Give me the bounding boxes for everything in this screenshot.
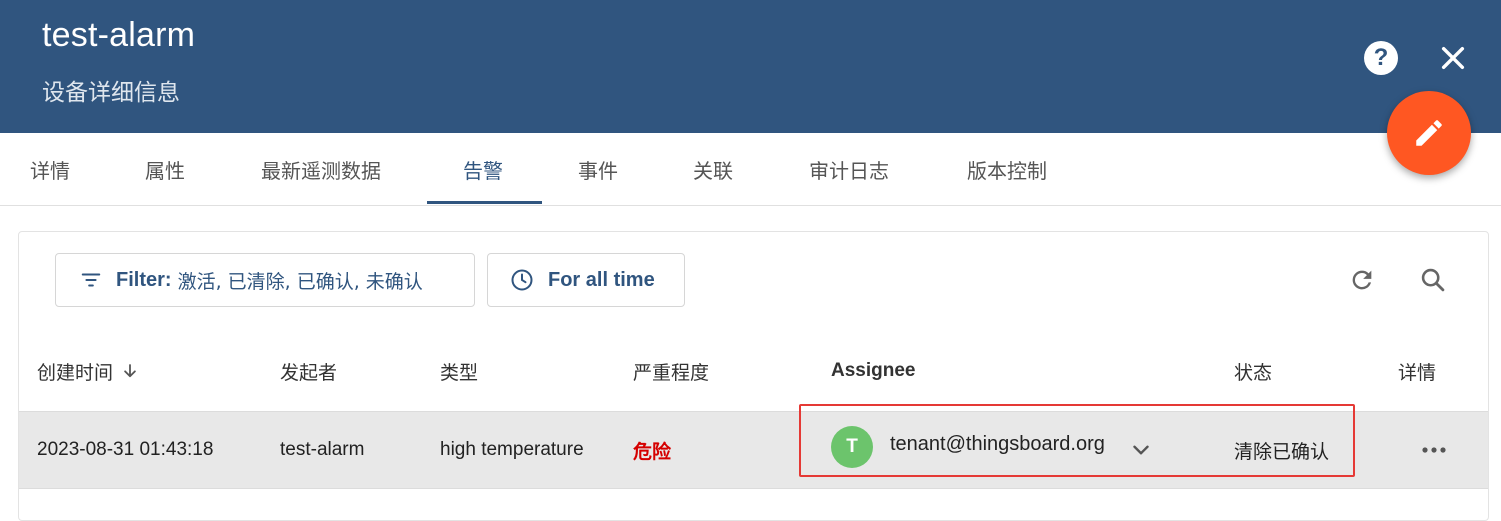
- cell-status: 清除已确认: [1234, 440, 1330, 463]
- filter-button[interactable]: Filter: 激活, 已清除, 已确认, 未确认: [55, 253, 475, 307]
- tab-audit-logs[interactable]: 审计日志: [809, 133, 889, 205]
- column-header-status[interactable]: 状态: [1234, 356, 1272, 386]
- close-icon[interactable]: [1437, 42, 1469, 74]
- clock-icon: [511, 269, 533, 291]
- pencil-icon: [1416, 120, 1442, 146]
- filter-value: 激活, 已清除, 已确认, 未确认: [177, 270, 423, 293]
- time-window-label: For all time: [548, 268, 655, 291]
- time-window-button[interactable]: For all time: [487, 253, 685, 307]
- filter-list-icon: [81, 273, 101, 287]
- tab-details[interactable]: 详情: [30, 133, 70, 205]
- cell-severity: 危险: [633, 440, 672, 463]
- tab-attributes[interactable]: 属性: [145, 133, 185, 205]
- filter-prefix: Filter:: [116, 268, 172, 291]
- tab-bar: 详情 属性 最新遥测数据 告警 事件 关联 审计日志 版本控制: [0, 133, 1501, 206]
- column-header-details: 详情: [1398, 361, 1437, 384]
- chevron-down-icon[interactable]: [1128, 437, 1154, 463]
- cell-created-time: 2023-08-31 01:43:18: [37, 439, 214, 460]
- avatar: T: [831, 426, 873, 468]
- search-icon: [1421, 268, 1445, 292]
- column-header-severity[interactable]: 严重程度: [633, 356, 709, 386]
- tab-latest-telemetry[interactable]: 最新遥测数据: [261, 133, 381, 205]
- column-header-type[interactable]: 类型: [440, 356, 478, 386]
- tab-version-control[interactable]: 版本控制: [967, 133, 1047, 205]
- column-header-assignee[interactable]: Assignee: [831, 356, 915, 386]
- cell-type: high temperature: [440, 439, 584, 460]
- edit-button[interactable]: [1387, 91, 1471, 175]
- refresh-icon: [1352, 270, 1372, 290]
- tab-events[interactable]: 事件: [578, 133, 618, 205]
- help-icon[interactable]: ?: [1364, 41, 1398, 75]
- entity-subtitle: 设备详细信息: [42, 80, 180, 106]
- search-button[interactable]: [1413, 260, 1453, 300]
- cell-originator: test-alarm: [280, 439, 365, 460]
- column-header-originator[interactable]: 发起者: [280, 356, 337, 386]
- active-tab-indicator: [427, 201, 542, 204]
- tab-alarms[interactable]: 告警: [463, 133, 503, 205]
- refresh-button[interactable]: [1342, 260, 1382, 300]
- column-header-created-time[interactable]: 创建时间: [37, 356, 139, 386]
- header-bar: test-alarm 设备详细信息 ?: [0, 0, 1501, 133]
- more-horiz-icon[interactable]: [1414, 436, 1454, 464]
- assignee-email[interactable]: tenant@thingsboard.org: [890, 433, 1105, 456]
- tab-relations[interactable]: 关联: [693, 133, 733, 205]
- entity-title: test-alarm: [42, 16, 196, 54]
- arrow-down-icon: [124, 364, 136, 378]
